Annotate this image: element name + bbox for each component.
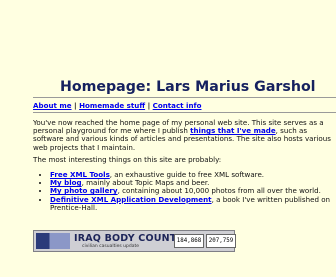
banner-count-min: 184,868 — [174, 234, 204, 248]
nav-divider — [33, 112, 336, 113]
intro-paragraph: You've now reached the home page of my p… — [33, 118, 333, 152]
banner-graphic — [36, 233, 70, 249]
banner-subtitle: civilian casualties update — [82, 243, 140, 249]
banner-title: IRAQ BODY COUNT — [74, 232, 177, 244]
nav-bar: About me | Homemade stuff | Contact info — [33, 101, 202, 110]
banner-count-max: 207,759 — [206, 234, 236, 248]
nav-contact-info-link[interactable]: Contact info — [153, 101, 202, 110]
list-item: Definitive XML Application Development, … — [50, 195, 336, 212]
banner-text: IRAQ BODY COUNT civilian casualties upda… — [74, 232, 177, 249]
highlights-list: Free XML Tools, an exhaustive guide to f… — [40, 170, 336, 212]
page-title: Homepage: Lars Marius Garshol — [60, 79, 316, 95]
nav-separator: | — [74, 101, 77, 110]
nav-about-me-link[interactable]: About me — [33, 101, 72, 110]
highlights-lead: The most interesting things on this site… — [33, 155, 222, 164]
nav-separator: | — [147, 101, 151, 110]
iraq-body-count-banner[interactable]: IRAQ BODY COUNT civilian casualties upda… — [33, 230, 236, 252]
nav-homemade-stuff-link[interactable]: Homemade stuff — [79, 101, 145, 110]
top-divider — [33, 97, 336, 98]
